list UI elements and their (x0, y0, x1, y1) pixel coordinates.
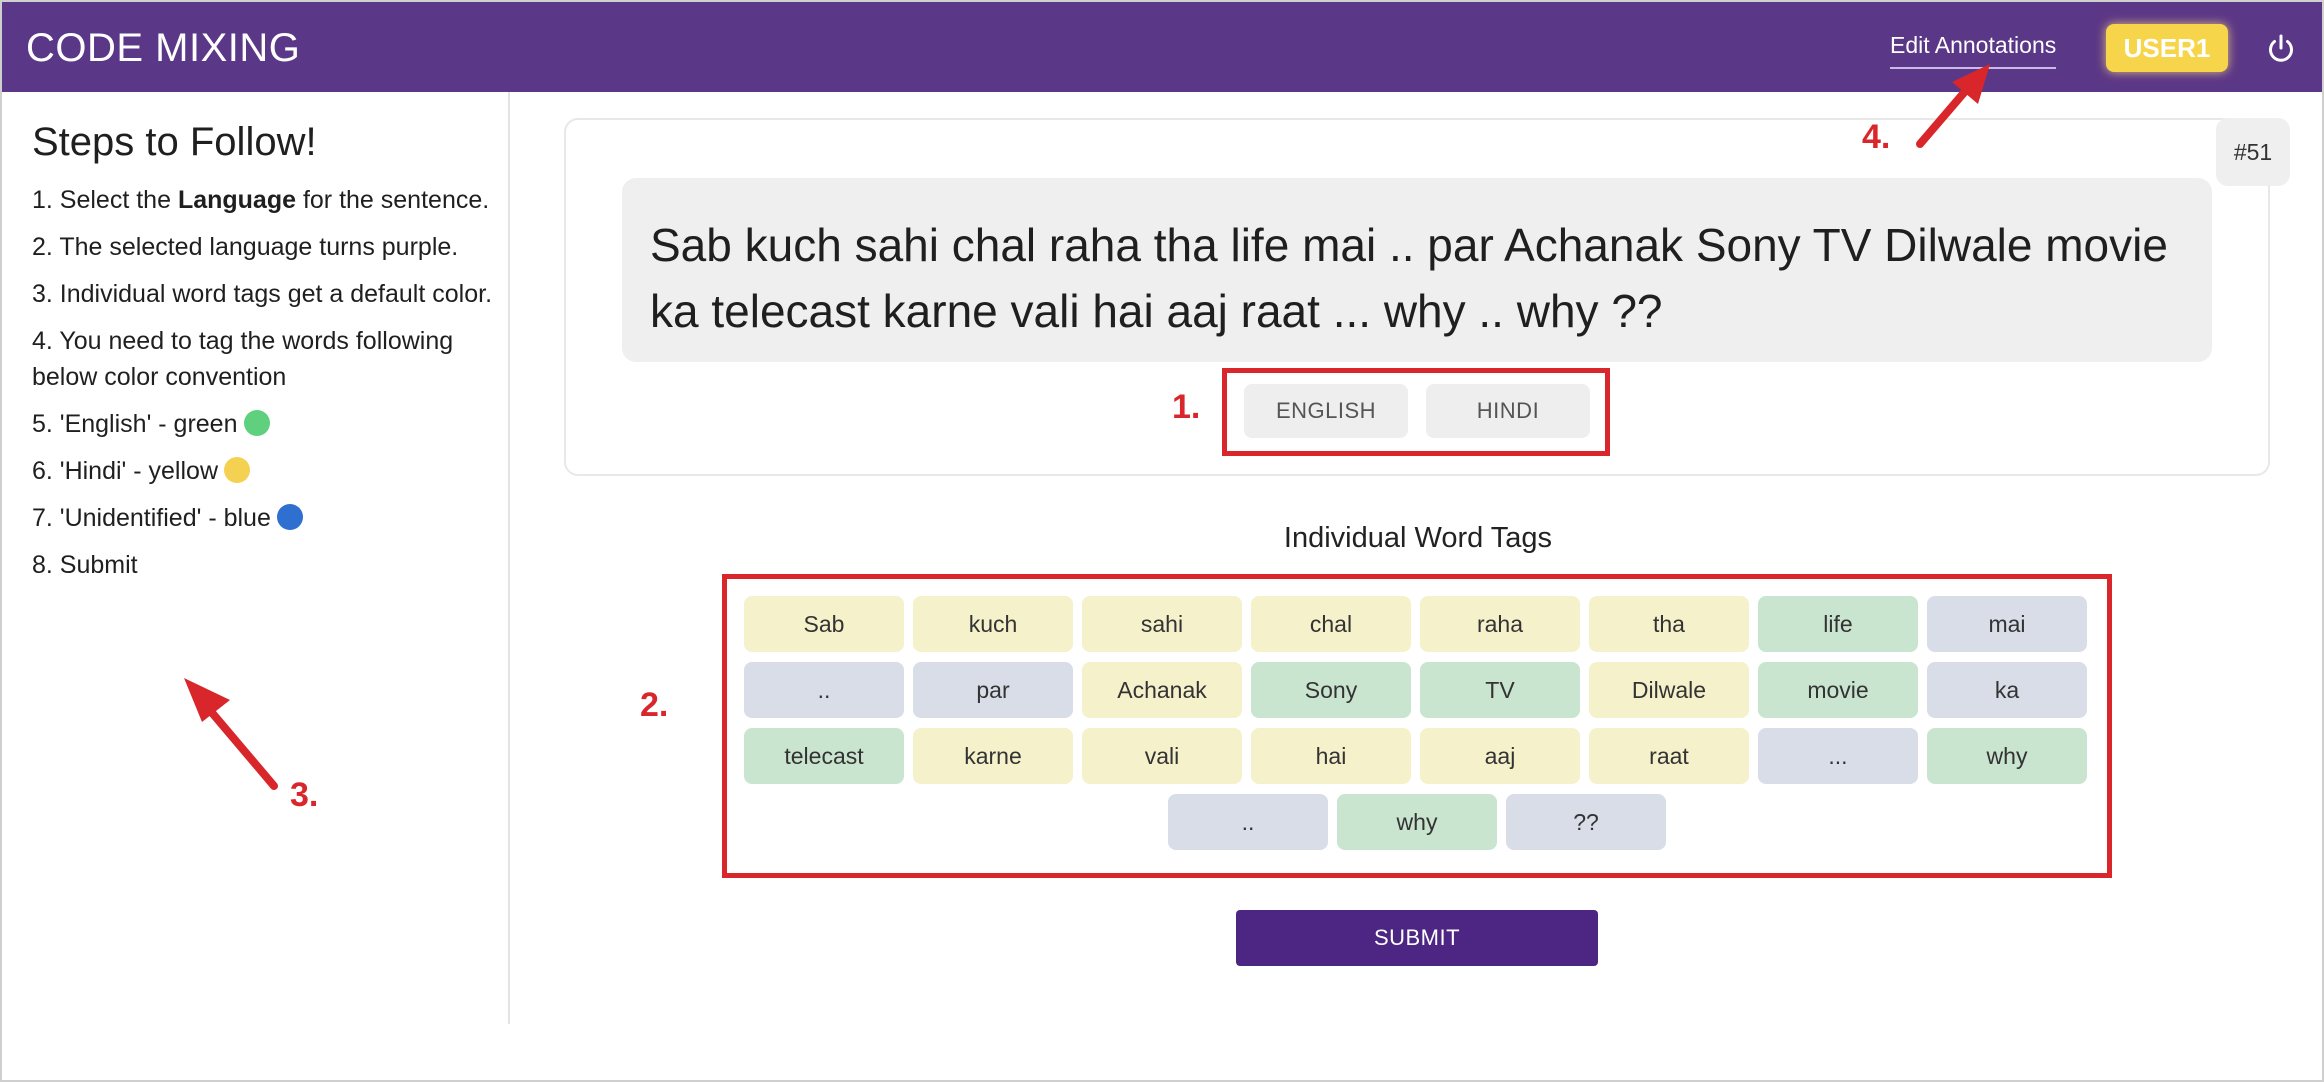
word-tags-title: Individual Word Tags (1283, 522, 1553, 554)
step-bold-text: Language (177, 186, 297, 214)
green-dot-icon (243, 410, 270, 436)
step-item: 6. 'Hindi' - yellow (32, 453, 502, 489)
step-text: 5. 'English' - green (32, 410, 238, 438)
step-item: 2. The selected language turns purple. (32, 229, 502, 265)
step-text: 6. 'Hindi' - yellow (32, 457, 218, 485)
annotation-marker-4: 4. (1862, 118, 1891, 156)
annotation-marker-2: 2. (640, 686, 669, 724)
step-text: 2. The selected language turns purple. (32, 233, 459, 261)
step-item: 7. 'Unidentified' - blue (32, 500, 502, 536)
step-text: 3. Individual word tags get a default co… (32, 280, 493, 308)
step-item: 4. You need to tag the words following b… (32, 323, 502, 395)
app-title: CODE MIXING (26, 26, 301, 70)
annotation-marker-1: 1. (1172, 388, 1201, 426)
step-item: 5. 'English' - green (32, 406, 502, 442)
step-text: 7. 'Unidentified' - blue (32, 504, 271, 532)
yellow-dot-icon (224, 457, 250, 483)
sentence-id-badge: #51 (2216, 118, 2290, 186)
step-text: 1. Select the (32, 186, 178, 214)
top-bar: CODE MIXING Edit Annotations USER1 (2, 2, 2322, 92)
step-item: 8. Submit (32, 547, 502, 583)
blue-dot-icon (276, 504, 303, 530)
edit-annotations-link[interactable]: Edit Annotations (1890, 32, 2057, 69)
annotation-box-languages (1222, 368, 1610, 456)
steps-title: Steps to Follow! (32, 120, 317, 164)
step-item: 1. Select the Language for the sentence. (32, 182, 502, 218)
user-badge[interactable]: USER1 (2106, 24, 2228, 72)
steps-list: 1. Select the Language for the sentence.… (32, 182, 502, 594)
power-icon[interactable] (2264, 32, 2298, 66)
submit-button[interactable]: SUBMIT (1236, 910, 1598, 966)
step-text: 8. Submit (32, 551, 138, 579)
step-text: for the sentence. (296, 186, 490, 214)
annotation-marker-3: 3. (290, 776, 319, 814)
instructions-sidebar: Steps to Follow! 1. Select the Language … (2, 92, 510, 1024)
sentence-text: Sab kuch sahi chal raha tha life mai .. … (622, 178, 2212, 362)
step-item: 3. Individual word tags get a default co… (32, 276, 502, 312)
annotation-box-word-tags (722, 574, 2112, 878)
step-text: 4. You need to tag the words following b… (32, 327, 454, 391)
